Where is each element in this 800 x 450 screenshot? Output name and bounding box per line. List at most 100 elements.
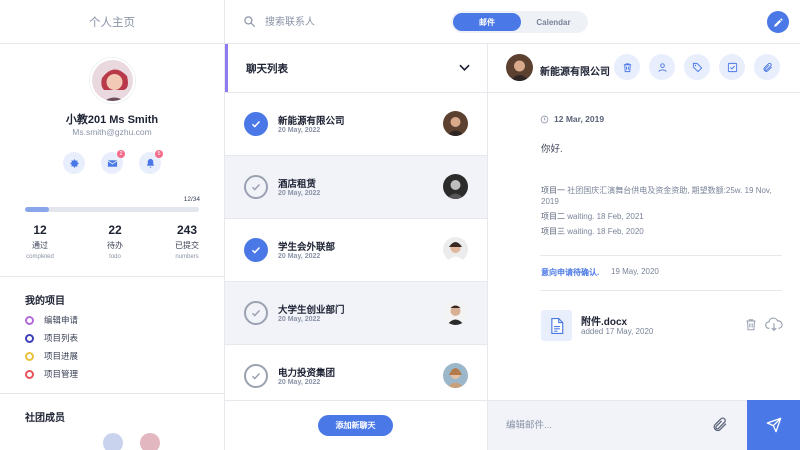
- attachments-button[interactable]: [754, 54, 780, 80]
- send-icon: [766, 417, 781, 433]
- stat-label: 待办: [107, 241, 123, 250]
- chat-row[interactable]: 新能源有限公司 20 May, 2022: [225, 93, 487, 156]
- chat-name: 酒店租赁: [278, 179, 317, 190]
- divider: [0, 393, 224, 394]
- stat-completed: 12 通过 completed: [10, 223, 70, 260]
- chat-date: 20 May, 2022: [278, 190, 321, 197]
- tab-mail[interactable]: 邮件: [453, 13, 521, 31]
- profile-email: Ms.smith@gzhu.com: [72, 127, 152, 137]
- history-item: 项目一 社团国庆汇演舞台供电及资金资助, 期望数额:25w. 19 Nov, 2…: [541, 185, 781, 207]
- chat-row[interactable]: 电力投资集团 20 May, 2022: [225, 345, 487, 400]
- chat-checkbox[interactable]: [244, 112, 268, 136]
- divider: [488, 92, 800, 93]
- chat-row[interactable]: 大学生创业部门 20 May, 2022: [225, 282, 487, 345]
- sender-avatar[interactable]: [506, 54, 533, 81]
- compose-button[interactable]: [767, 11, 789, 33]
- chat-name: 学生会外联部: [278, 242, 336, 253]
- project-color-dot: [25, 369, 34, 379]
- trash-icon: [623, 62, 631, 72]
- divider: [540, 255, 782, 256]
- stat-numbers: 243 已提交 numbers: [157, 223, 217, 260]
- attachment-date: added 17 May, 2020: [581, 327, 654, 336]
- cloud-download-icon[interactable]: [765, 317, 783, 332]
- check-square-icon: [727, 62, 737, 72]
- chat-date: 20 May, 2022: [278, 127, 321, 134]
- tab-switcher: 邮件 Calendar: [451, 11, 588, 33]
- stat-sublabel: completed: [26, 254, 54, 260]
- user-icon: [657, 62, 667, 72]
- active-section-indicator: [225, 44, 228, 92]
- tab-calendar[interactable]: Calendar: [521, 13, 586, 31]
- notification-badge: 5: [155, 150, 163, 158]
- message-body: 你好.: [541, 144, 563, 155]
- project-item[interactable]: 项目管理: [25, 368, 78, 380]
- sidebar-header-title[interactable]: 个人主页: [0, 0, 224, 44]
- file-icon[interactable]: [541, 310, 572, 341]
- add-chat-button[interactable]: 添加新聊天: [318, 415, 393, 436]
- stat-sublabel: todo: [109, 254, 121, 260]
- check-icon: [251, 120, 261, 128]
- chat-date: 20 May, 2022: [278, 316, 321, 323]
- chat-checkbox[interactable]: [244, 175, 268, 199]
- member-avatar[interactable]: [140, 433, 160, 450]
- project-item[interactable]: 项目进展: [25, 350, 78, 362]
- project-item[interactable]: 编辑申请: [25, 314, 78, 326]
- members-title: 社团成员: [25, 413, 65, 424]
- project-label: 项目进展: [44, 351, 79, 361]
- divider: [540, 290, 782, 291]
- message-date: 12 Mar, 2019: [554, 114, 605, 124]
- check-icon: [251, 183, 261, 191]
- project-color-dot: [25, 333, 34, 343]
- chat-list-title: 聊天列表: [246, 63, 288, 75]
- chat-row[interactable]: 学生会外联部 20 May, 2022: [225, 219, 487, 282]
- search-input[interactable]: [265, 12, 425, 32]
- project-label: 项目管理: [44, 369, 79, 379]
- chat-avatar: [443, 174, 468, 199]
- history-text: waiting. 18 Feb, 2021: [567, 212, 644, 221]
- stat-value: 22: [108, 223, 122, 237]
- approval-status[interactable]: 意向申请待确认.: [541, 267, 599, 278]
- project-label: 编辑申请: [44, 315, 79, 325]
- chat-date: 20 May, 2022: [278, 379, 321, 386]
- messages-button[interactable]: 2: [101, 150, 125, 174]
- stat-label: 已提交: [175, 241, 199, 250]
- progress-bar: [25, 207, 199, 212]
- history-item: 项目三 waiting. 18 Feb, 2020: [541, 226, 781, 237]
- chat-checkbox[interactable]: [244, 238, 268, 262]
- tag-button[interactable]: [684, 54, 710, 80]
- chat-checkbox[interactable]: [244, 364, 268, 388]
- member-avatar[interactable]: [103, 433, 123, 450]
- stat-sublabel: numbers: [175, 254, 199, 260]
- sender-name: 新能源有限公司: [540, 67, 610, 78]
- history-text: waiting. 18 Feb, 2020: [567, 227, 644, 236]
- project-color-dot: [25, 351, 34, 361]
- projects-title: 我的项目: [25, 296, 65, 307]
- history-item: 项目二 waiting. 18 Feb, 2021: [541, 211, 781, 222]
- divider: [0, 276, 224, 277]
- progress-fill: [25, 207, 50, 212]
- compose-input[interactable]: [506, 415, 686, 435]
- search-icon: [244, 16, 255, 27]
- trash-icon[interactable]: [744, 317, 758, 332]
- divider: [225, 400, 488, 401]
- project-item[interactable]: 项目列表: [25, 332, 78, 344]
- chat-name: 电力投资集团: [278, 368, 336, 379]
- paperclip-icon[interactable]: [711, 416, 728, 433]
- chat-avatar: [443, 111, 468, 136]
- mark-done-button[interactable]: [719, 54, 745, 80]
- chat-avatar: [443, 237, 468, 262]
- attachment-name[interactable]: 附件.docx: [581, 313, 627, 328]
- notifications-button[interactable]: 5: [139, 150, 163, 174]
- paperclip-icon: [763, 62, 772, 72]
- contact-button[interactable]: [649, 54, 675, 80]
- bell-icon: [146, 158, 154, 168]
- send-button[interactable]: [747, 400, 800, 450]
- chat-name: 大学生创业部门: [278, 305, 345, 316]
- avatar[interactable]: [90, 58, 135, 103]
- chat-row[interactable]: 酒店租赁 20 May, 2022: [225, 156, 487, 219]
- stat-value: 243: [176, 223, 198, 237]
- chevron-down-icon[interactable]: [459, 63, 470, 72]
- settings-button[interactable]: [63, 152, 85, 174]
- chat-checkbox[interactable]: [244, 301, 268, 325]
- delete-button[interactable]: [614, 54, 640, 80]
